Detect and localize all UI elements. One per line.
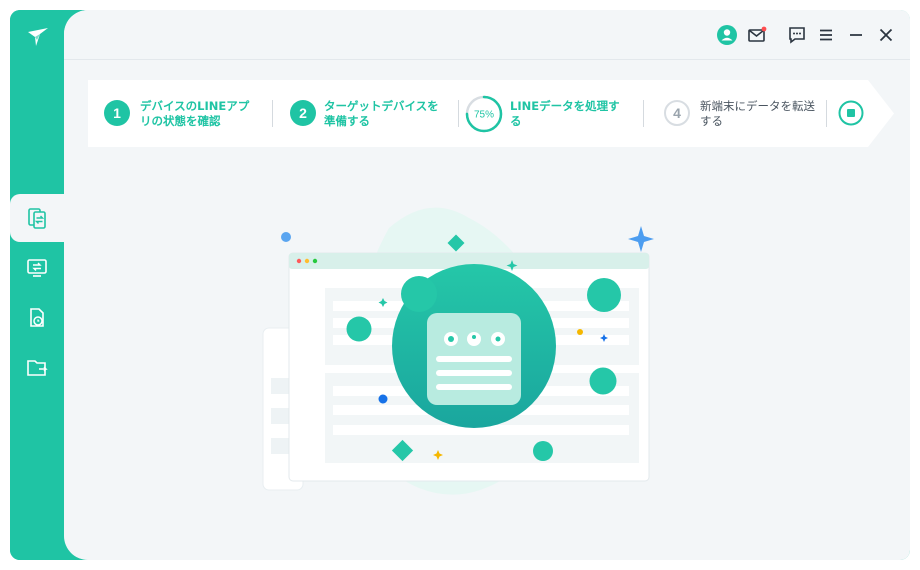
step-3-progress-ring: 75% <box>464 94 504 134</box>
folder-export-icon <box>27 360 48 376</box>
step-4-label: 新端末にデータを転送する <box>700 99 815 128</box>
step-2-number: 2 <box>290 100 316 126</box>
sidebar-item-monitor-transfer[interactable] <box>10 244 64 292</box>
monitor-transfer-icon <box>27 259 47 277</box>
step-divider <box>643 100 644 127</box>
sidebar-item-folder-export[interactable] <box>10 344 64 392</box>
stop-icon <box>838 100 864 126</box>
close-icon[interactable] <box>875 24 897 46</box>
title-bar <box>64 10 910 60</box>
feedback-icon[interactable] <box>786 24 808 46</box>
step-3-label: LINEデータを処理する <box>510 99 620 128</box>
sidebar-item-phone-transfer[interactable] <box>10 194 64 242</box>
minimize-icon[interactable] <box>845 24 867 46</box>
stop-button[interactable] <box>838 100 864 126</box>
backup-restore-icon <box>30 308 44 327</box>
step-divider <box>272 100 273 127</box>
step-divider <box>458 100 459 127</box>
phone-transfer-icon <box>28 208 46 229</box>
step-3-progress-text: 75% <box>474 110 494 121</box>
step-divider <box>826 100 827 127</box>
app-window: 1 デバイスのLINEアプリの状態を確認 2 ターゲットデバイスを準備する 75… <box>10 10 910 560</box>
app-logo-icon <box>26 26 50 48</box>
menu-icon[interactable] <box>815 24 837 46</box>
main-panel: 1 デバイスのLINEアプリの状態を確認 2 ターゲットデバイスを準備する 75… <box>64 10 910 560</box>
processing-illustration <box>249 198 699 518</box>
mail-icon[interactable] <box>746 24 768 46</box>
step-1-number: 1 <box>104 100 130 126</box>
progress-stepper: 1 デバイスのLINEアプリの状態を確認 2 ターゲットデバイスを準備する 75… <box>88 80 894 147</box>
step-1-label: デバイスのLINEアプリの状態を確認 <box>140 99 250 128</box>
user-icon[interactable] <box>716 24 738 46</box>
sidebar-item-backup-restore[interactable] <box>10 294 64 342</box>
step-2-label: ターゲットデバイスを準備する <box>324 99 439 128</box>
step-4-number: 4 <box>664 100 690 126</box>
